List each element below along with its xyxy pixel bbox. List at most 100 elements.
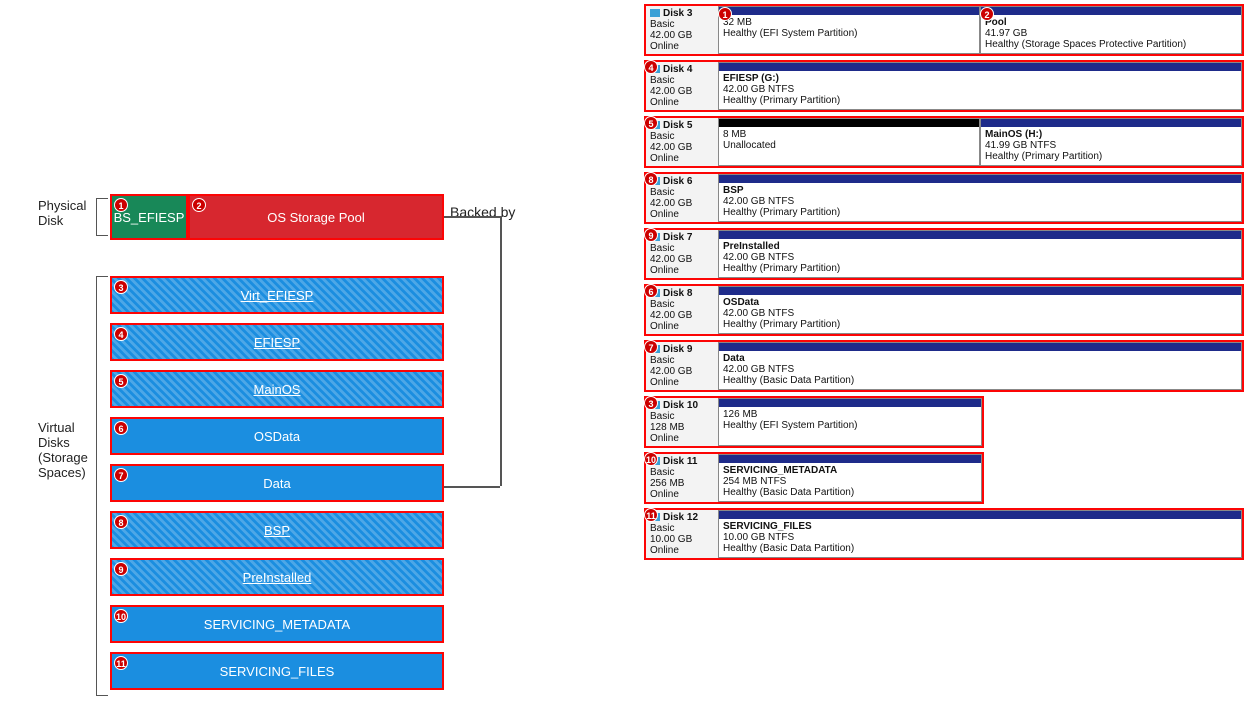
virtual-disk-list: 3 Virt_EFIESP 4 EFIESP 5 MainOS 6 OSData 7 Data 8 B… <box>110 276 444 699</box>
partition-header-bar <box>981 119 1241 127</box>
partition-header-bar <box>719 343 1241 351</box>
partition-info: Data42.00 GB NTFSHealthy (Basic Data Par… <box>719 351 1241 388</box>
virtual-disk-bsp: 8 BSP <box>110 511 444 549</box>
partition-header-bar <box>719 511 1241 519</box>
virtual-disk-servicing_files: 11 SERVICING_FILES <box>110 652 444 690</box>
partition: SERVICING_FILES10.00 GB NTFSHealthy (Bas… <box>718 510 1242 558</box>
partitions: Data42.00 GB NTFSHealthy (Basic Data Par… <box>718 342 1242 390</box>
partition-header-bar <box>719 231 1241 239</box>
disk-row-disk5: 5Disk 5Basic42.00 GBOnline8 MBUnallocate… <box>644 116 1244 168</box>
virtual-disk-label: OSData <box>254 429 300 444</box>
partition: BSP42.00 GB NTFSHealthy (Primary Partiti… <box>718 174 1242 222</box>
partition-header-bar <box>719 63 1241 71</box>
partition-info: EFIESP (G:)42.00 GB NTFSHealthy (Primary… <box>719 71 1241 108</box>
badge-2: 2 <box>980 7 994 21</box>
virtual-disk-preinstalled: 9 PreInstalled <box>110 558 444 596</box>
partition-info: Pool41.97 GBHealthy (Storage Spaces Prot… <box>981 15 1241 52</box>
virtual-disk-osdata: 6 OSData <box>110 417 444 455</box>
virtual-disk-data: 7 Data <box>110 464 444 502</box>
badge-7: 7 <box>114 468 128 482</box>
bs-efiesp-box: 1 BS_EFIESP <box>110 194 188 240</box>
bs-efiesp-label: BS_EFIESP <box>114 210 185 225</box>
partition: 126 MBHealthy (EFI System Partition) <box>718 398 982 446</box>
connector-h2 <box>444 486 500 488</box>
virtual-disk-mainos: 5 MainOS <box>110 370 444 408</box>
partition-header-bar <box>981 7 1241 15</box>
virtual-disk-label: EFIESP <box>254 335 300 350</box>
badge-1: 1 <box>718 7 732 21</box>
virtual-disk-label: SERVICING_FILES <box>220 664 335 679</box>
partition-info: 32 MBHealthy (EFI System Partition) <box>719 15 979 41</box>
badge-2: 2 <box>192 198 206 212</box>
partition: OSData42.00 GB NTFSHealthy (Primary Part… <box>718 286 1242 334</box>
virtual-disk-label: PreInstalled <box>243 570 312 585</box>
disk-row-disk7: 9Disk 7Basic42.00 GBOnlinePreInstalled42… <box>644 228 1244 280</box>
badge-9: 9 <box>644 228 658 242</box>
partition: Data42.00 GB NTFSHealthy (Basic Data Par… <box>718 342 1242 390</box>
badge-4: 4 <box>114 327 128 341</box>
virtual-disk-efiesp: 4 EFIESP <box>110 323 444 361</box>
partitions: OSData42.00 GB NTFSHealthy (Primary Part… <box>718 286 1242 334</box>
partition-info: SERVICING_METADATA254 MB NTFSHealthy (Ba… <box>719 463 981 500</box>
badge-11: 11 <box>114 656 128 670</box>
badge-11: 11 <box>644 508 658 522</box>
partition-info: 126 MBHealthy (EFI System Partition) <box>719 407 981 433</box>
ospool-label: OS Storage Pool <box>267 210 365 225</box>
virtual-disk-label: Data <box>263 476 290 491</box>
badge-5: 5 <box>644 116 658 130</box>
partition: 132 MBHealthy (EFI System Partition) <box>718 6 980 54</box>
disk-header: Disk 3Basic42.00 GBOnline <box>646 6 718 54</box>
os-storage-pool-box: 2 OS Storage Pool <box>188 194 444 240</box>
connector-h1 <box>444 216 500 218</box>
partition-info: MainOS (H:)41.99 GB NTFSHealthy (Primary… <box>981 127 1241 164</box>
badge-6: 6 <box>114 421 128 435</box>
partitions: PreInstalled42.00 GB NTFSHealthy (Primar… <box>718 230 1242 278</box>
virtual-disk-servicing_metadata: 10 SERVICING_METADATA <box>110 605 444 643</box>
badge-10: 10 <box>644 452 658 466</box>
badge-4: 4 <box>644 60 658 74</box>
partitions: EFIESP (G:)42.00 GB NTFSHealthy (Primary… <box>718 62 1242 110</box>
partition-header-bar <box>719 175 1241 183</box>
virtual-disk-label: BSP <box>264 523 290 538</box>
badge-5: 5 <box>114 374 128 388</box>
virtual-disk-label: SERVICING_METADATA <box>204 617 350 632</box>
partitions: SERVICING_FILES10.00 GB NTFSHealthy (Bas… <box>718 510 1242 558</box>
disk-row-disk12: 11Disk 12Basic10.00 GBOnlineSERVICING_FI… <box>644 508 1244 560</box>
badge-8: 8 <box>114 515 128 529</box>
partition-info: BSP42.00 GB NTFSHealthy (Primary Partiti… <box>719 183 1241 220</box>
partition-info: PreInstalled42.00 GB NTFSHealthy (Primar… <box>719 239 1241 276</box>
physical-disk-row: 1 BS_EFIESP 2 OS Storage Pool <box>110 194 444 240</box>
partitions: 126 MBHealthy (EFI System Partition) <box>718 398 982 446</box>
partition-header-bar <box>719 455 981 463</box>
bracket-physical <box>96 198 108 236</box>
badge-10: 10 <box>114 609 128 623</box>
partitions: BSP42.00 GB NTFSHealthy (Primary Partiti… <box>718 174 1242 222</box>
badge-3: 3 <box>114 280 128 294</box>
disk-management-panel: Disk 3Basic42.00 GBOnline132 MBHealthy (… <box>644 4 1246 564</box>
partition-header-bar <box>719 119 979 127</box>
partition-header-bar <box>719 287 1241 295</box>
disk-row-disk9: 7Disk 9Basic42.00 GBOnlineData42.00 GB N… <box>644 340 1244 392</box>
virtual-disk-label: MainOS <box>254 382 301 397</box>
badge-7: 7 <box>644 340 658 354</box>
disk-row-disk4: 4Disk 4Basic42.00 GBOnlineEFIESP (G:)42.… <box>644 60 1244 112</box>
badge-9: 9 <box>114 562 128 576</box>
partition: 2Pool41.97 GBHealthy (Storage Spaces Pro… <box>980 6 1242 54</box>
partition: 8 MBUnallocated <box>718 118 980 166</box>
disk-row-disk11: 10Disk 11Basic256 MBOnlineSERVICING_META… <box>644 452 984 504</box>
disk-icon <box>650 9 660 17</box>
disk-row-disk10: 3Disk 10Basic128 MBOnline126 MBHealthy (… <box>644 396 984 448</box>
partition: EFIESP (G:)42.00 GB NTFSHealthy (Primary… <box>718 62 1242 110</box>
partition-header-bar <box>719 7 979 15</box>
badge-1: 1 <box>114 198 128 212</box>
badge-8: 8 <box>644 172 658 186</box>
partition: PreInstalled42.00 GB NTFSHealthy (Primar… <box>718 230 1242 278</box>
partition-info: SERVICING_FILES10.00 GB NTFSHealthy (Bas… <box>719 519 1241 556</box>
bracket-virtual <box>96 276 108 696</box>
virtual-disk-virt_efiesp: 3 Virt_EFIESP <box>110 276 444 314</box>
badge-6: 6 <box>644 284 658 298</box>
badge-3: 3 <box>644 396 658 410</box>
partition: SERVICING_METADATA254 MB NTFSHealthy (Ba… <box>718 454 982 502</box>
virtual-disk-label: Virt_EFIESP <box>241 288 314 303</box>
partitions: SERVICING_METADATA254 MB NTFSHealthy (Ba… <box>718 454 982 502</box>
